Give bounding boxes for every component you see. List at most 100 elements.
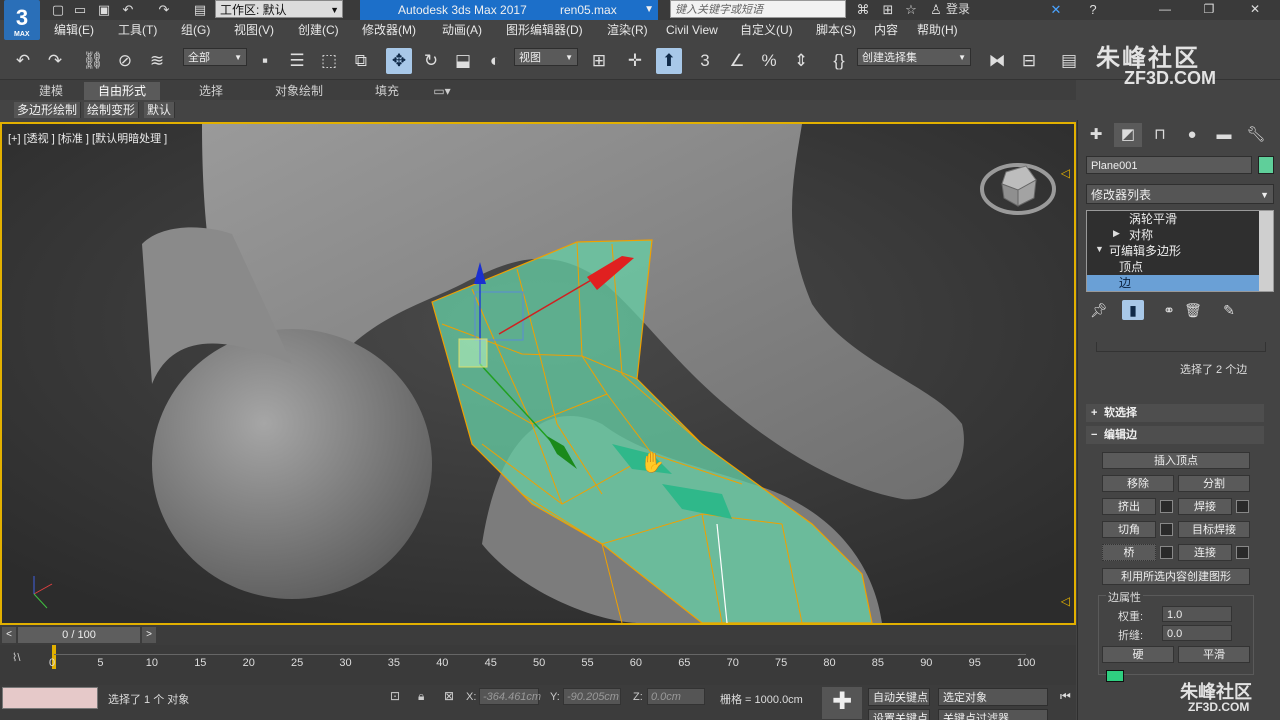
star-icon[interactable]: ☆	[903, 2, 919, 17]
tab-selection[interactable]: 选择	[186, 82, 236, 100]
y-coordinate-field[interactable]: -90.205cm	[563, 688, 621, 705]
tab-freeform[interactable]: 自由形式	[84, 82, 160, 100]
snaps-toggle-icon[interactable]: 3	[692, 48, 718, 74]
curve-editor-icon[interactable]: ⌇\	[12, 651, 20, 664]
redo-icon[interactable]: ↷	[42, 48, 68, 74]
viewport-nav-arrow-icon[interactable]: ◁	[1061, 166, 1070, 180]
search-input[interactable]: 键入关键字或短语	[670, 0, 846, 18]
key-filters-button[interactable]: 关键点过滤器	[938, 709, 1048, 720]
goto-start-icon[interactable]: ⏮	[1060, 689, 1071, 704]
menu-group[interactable]: 组(G)	[181, 22, 210, 38]
viewport-nav-arrow-icon[interactable]: ◁	[1061, 594, 1070, 608]
chamfer-button[interactable]: 切角	[1102, 521, 1156, 538]
menu-rendering[interactable]: 渲染(R)	[607, 22, 648, 38]
angle-snap-icon[interactable]: ∠	[724, 48, 750, 74]
bind-spacewarp-icon[interactable]: ≋	[144, 48, 170, 74]
tab-modeling[interactable]: 建模	[28, 82, 74, 100]
modifier-stack[interactable]: 涡轮平滑 对称 ▶ 可编辑多边形 ▼ 顶点 边	[1086, 210, 1274, 292]
modify-tab-icon[interactable]: ◩	[1114, 123, 1142, 147]
object-name-field[interactable]: Plane001	[1086, 156, 1252, 174]
select-place-icon[interactable]: ◐	[482, 48, 508, 74]
percent-snap-icon[interactable]: %	[756, 48, 782, 74]
close-button[interactable]: ✕	[1240, 0, 1270, 18]
bridge-settings-button[interactable]	[1160, 546, 1173, 559]
x-coordinate-field[interactable]: -364.461cm	[479, 688, 541, 705]
chevron-down-icon[interactable]: ▼	[644, 0, 654, 20]
chamfer-settings-button[interactable]	[1160, 523, 1173, 536]
insert-vertex-button[interactable]: 插入顶点	[1102, 452, 1250, 469]
save-file-icon[interactable]: ▣	[96, 2, 112, 17]
expand-arrow-icon[interactable]: ▶	[1113, 228, 1120, 239]
menu-scripting[interactable]: 脚本(S)	[816, 22, 856, 38]
set-key-button[interactable]: 设置关键点	[868, 709, 930, 720]
viewcube-icon[interactable]	[978, 154, 1058, 216]
object-color-swatch[interactable]	[1258, 156, 1274, 174]
manipulate-icon[interactable]: ✛	[622, 48, 648, 74]
hierarchy-tab-icon[interactable]: ⊓	[1146, 123, 1174, 147]
extrude-button[interactable]: 挤出	[1102, 498, 1156, 515]
lock-icon[interactable]: 🔒︎	[418, 689, 424, 704]
menu-help[interactable]: 帮助(H)	[917, 22, 958, 38]
panel-polydraw[interactable]: 多边形绘制	[14, 102, 82, 118]
redo-quick-icon[interactable]: ↷	[156, 2, 172, 17]
auto-key-button[interactable]: 自动关键点	[868, 688, 930, 706]
show-end-result-icon[interactable]: ▮	[1122, 300, 1144, 320]
named-selection-select[interactable]: 创建选择集 ▼	[857, 48, 971, 66]
hard-button[interactable]: 硬	[1102, 646, 1174, 663]
pin-stack-icon[interactable]: 📌︎	[1088, 300, 1110, 320]
exchange-icon[interactable]: ✕	[1048, 2, 1064, 17]
crease-spinner[interactable]: 0.0	[1162, 625, 1232, 641]
undo-icon[interactable]: ↶	[10, 48, 36, 74]
tab-object-paint[interactable]: 对象绘制	[262, 82, 336, 100]
smooth-button[interactable]: 平滑	[1178, 646, 1250, 663]
undo-quick-icon[interactable]: ↶	[120, 2, 136, 17]
display-tab-icon[interactable]: ▬	[1210, 123, 1238, 147]
menu-modifiers[interactable]: 修改器(M)	[362, 22, 416, 38]
weld-button[interactable]: 焊接	[1178, 498, 1232, 515]
connect-button[interactable]: 连接	[1178, 544, 1232, 561]
menu-graph-editors[interactable]: 图形编辑器(D)	[506, 22, 583, 38]
stack-scrollbar[interactable]	[1259, 211, 1273, 291]
mirror-icon[interactable]: ⧓	[984, 48, 1010, 74]
selected-object-select[interactable]: 选定对象	[938, 688, 1048, 706]
ref-coord-select[interactable]: 视图 ▼	[514, 48, 578, 66]
configure-sets-icon[interactable]: ✎	[1218, 300, 1240, 320]
motion-tab-icon[interactable]: ●	[1178, 123, 1206, 147]
absolute-mode-icon[interactable]: ⊠	[444, 689, 454, 703]
split-button[interactable]: 分割	[1178, 475, 1250, 492]
make-unique-icon[interactable]: ⚭	[1158, 300, 1180, 320]
binoculars-icon[interactable]: ⌘	[855, 2, 871, 17]
next-frame-arrow-icon[interactable]: >	[142, 627, 156, 643]
z-coordinate-field[interactable]: 0.0cm	[647, 688, 705, 705]
project-folder-icon[interactable]: ▤	[192, 2, 208, 17]
open-file-icon[interactable]: ▭	[72, 2, 88, 17]
tab-populate[interactable]: 填充	[362, 82, 412, 100]
panel-defaults[interactable]: 默认	[144, 102, 176, 118]
menu-customize[interactable]: 自定义(U)	[740, 22, 793, 38]
menu-civil-view[interactable]: Civil View	[666, 22, 718, 38]
time-slider[interactable]: < 0 / 100 >	[0, 625, 1076, 645]
spinner-snap-icon[interactable]: ⇕	[788, 48, 814, 74]
time-slider-thumb[interactable]: 0 / 100	[18, 627, 140, 643]
menu-edit[interactable]: 编辑(E)	[54, 22, 94, 38]
create-shape-button[interactable]: 利用所选内容创建图形	[1102, 568, 1250, 585]
target-weld-button[interactable]: 目标焊接	[1178, 521, 1250, 538]
menu-animation[interactable]: 动画(A)	[442, 22, 482, 38]
collapse-arrow-icon[interactable]: ▼	[1095, 244, 1104, 254]
unlink-icon[interactable]: ⊘	[112, 48, 138, 74]
edge-color-swatch[interactable]	[1106, 670, 1124, 682]
link-icon[interactable]: ⛓	[80, 48, 106, 74]
align-icon[interactable]: ⊟	[1016, 48, 1042, 74]
selection-filter-select[interactable]: 全部 ▼	[183, 48, 247, 66]
prev-frame-arrow-icon[interactable]: <	[2, 627, 16, 643]
stack-item-turbosmooth[interactable]: 涡轮平滑	[1087, 211, 1259, 227]
menu-tools[interactable]: 工具(T)	[118, 22, 157, 38]
stack-item-edge[interactable]: 边	[1087, 275, 1259, 291]
create-tab-icon[interactable]: ✚	[1082, 123, 1110, 147]
select-move-icon[interactable]: ✥	[386, 48, 412, 74]
modifier-list-select[interactable]: 修改器列表 ▼	[1086, 184, 1274, 204]
rect-selection-icon[interactable]: ⬚	[316, 48, 342, 74]
app-logo-button[interactable]: 3 MAX	[4, 0, 40, 40]
menu-create[interactable]: 创建(C)	[298, 22, 339, 38]
login-link[interactable]: 登录	[946, 0, 970, 18]
